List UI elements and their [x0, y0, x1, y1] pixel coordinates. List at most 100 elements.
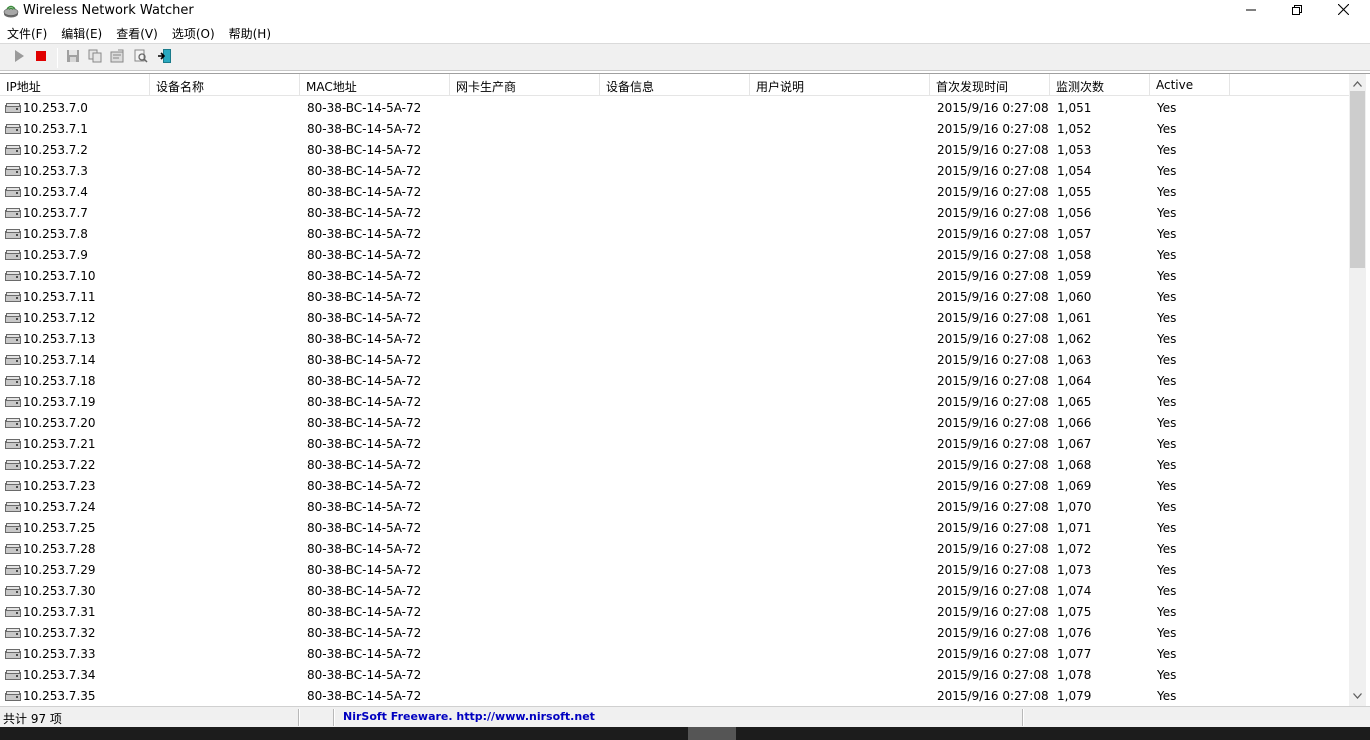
cell-first-detected: 2015/9/16 0:27:08: [937, 290, 1049, 304]
scroll-down-button[interactable]: [1349, 686, 1366, 703]
cell-detection-count: 1,065: [1057, 395, 1092, 409]
menu-edit[interactable]: 编辑(E): [54, 22, 109, 42]
cell-active: Yes: [1157, 227, 1177, 241]
table-row[interactable]: 10.253.7.29 80-38-BC-14-5A-72 2015/9/16 0:…: [0, 559, 1349, 580]
table-row[interactable]: 10.253.7.14 80-38-BC-14-5A-72 2015/9/16 0:…: [0, 349, 1349, 370]
table-row[interactable]: 10.253.7.4 80-38-BC-14-5A-72 2015/9/16 0:2…: [0, 181, 1349, 202]
table-row[interactable]: 10.253.7.12 80-38-BC-14-5A-72 2015/9/16 0:…: [0, 307, 1349, 328]
menu-help[interactable]: 帮助(H): [222, 22, 278, 42]
nirsoft-link[interactable]: NirSoft Freeware. http://www.nirsoft.net: [343, 710, 595, 723]
cell-mac: 80-38-BC-14-5A-72: [307, 290, 422, 304]
table-row[interactable]: 10.253.7.32 80-38-BC-14-5A-72 2015/9/16 0:…: [0, 622, 1349, 643]
network-device-icon: [5, 207, 21, 218]
cell-ip: 10.253.7.35: [23, 689, 96, 703]
cell-ip: 10.253.7.4: [23, 185, 88, 199]
table-row[interactable]: 10.253.7.31 80-38-BC-14-5A-72 2015/9/16 0:…: [0, 601, 1349, 622]
table-row[interactable]: 10.253.7.25 80-38-BC-14-5A-72 2015/9/16 0:…: [0, 517, 1349, 538]
column-header-vendor[interactable]: 网卡生产商: [450, 74, 600, 96]
cell-detection-count: 1,053: [1057, 143, 1092, 157]
network-device-icon: [5, 291, 21, 302]
column-header-mac[interactable]: MAC地址: [300, 74, 450, 96]
table-row[interactable]: 10.253.7.11 80-38-BC-14-5A-72 2015/9/16 0:…: [0, 286, 1349, 307]
minimize-button[interactable]: [1228, 0, 1274, 22]
cell-active: Yes: [1157, 437, 1177, 451]
stop-icon: [34, 49, 48, 66]
cell-active: Yes: [1157, 164, 1177, 178]
table-row[interactable]: 10.253.7.34 80-38-BC-14-5A-72 2015/9/16 0:…: [0, 664, 1349, 685]
column-header-first-detected[interactable]: 首次发现时间: [930, 74, 1050, 96]
cell-first-detected: 2015/9/16 0:27:08: [937, 605, 1049, 619]
taskbar-strip: [0, 727, 1370, 740]
network-device-icon: [5, 669, 21, 680]
cell-first-detected: 2015/9/16 0:27:08: [937, 479, 1049, 493]
cell-ip: 10.253.7.1: [23, 122, 88, 136]
cell-detection-count: 1,074: [1057, 584, 1092, 598]
close-icon: [1337, 3, 1349, 18]
toolbar: [0, 43, 1370, 71]
close-button[interactable]: [1320, 0, 1366, 22]
table-row[interactable]: 10.253.7.20 80-38-BC-14-5A-72 2015/9/16 0:…: [0, 412, 1349, 433]
scroll-up-button[interactable]: [1349, 74, 1366, 91]
column-header-active[interactable]: Active: [1150, 74, 1230, 96]
cell-ip: 10.253.7.31: [23, 605, 96, 619]
save-button[interactable]: [64, 48, 82, 66]
cell-ip: 10.253.7.13: [23, 332, 96, 346]
table-row[interactable]: 10.253.7.35 80-38-BC-14-5A-72 2015/9/16 0:…: [0, 685, 1349, 706]
cell-active: Yes: [1157, 521, 1177, 535]
table-row[interactable]: 10.253.7.3 80-38-BC-14-5A-72 2015/9/16 0:2…: [0, 160, 1349, 181]
cell-detection-count: 1,077: [1057, 647, 1092, 661]
cell-ip: 10.253.7.25: [23, 521, 96, 535]
cell-first-detected: 2015/9/16 0:27:08: [937, 689, 1049, 703]
minimize-icon: [1246, 4, 1256, 18]
scroll-thumb[interactable]: [1350, 91, 1365, 268]
cell-detection-count: 1,054: [1057, 164, 1092, 178]
column-header-detection-count[interactable]: 监测次数: [1050, 74, 1150, 96]
cell-mac: 80-38-BC-14-5A-72: [307, 374, 422, 388]
table-row[interactable]: 10.253.7.7 80-38-BC-14-5A-72 2015/9/16 0:2…: [0, 202, 1349, 223]
cell-first-detected: 2015/9/16 0:27:08: [937, 374, 1049, 388]
table-row[interactable]: 10.253.7.9 80-38-BC-14-5A-72 2015/9/16 0:2…: [0, 244, 1349, 265]
copy-button[interactable]: [86, 48, 104, 66]
exit-button[interactable]: [156, 48, 174, 66]
search-button[interactable]: [132, 48, 150, 66]
column-header-user-text[interactable]: 用户说明: [750, 74, 930, 96]
table-row[interactable]: 10.253.7.28 80-38-BC-14-5A-72 2015/9/16 0:…: [0, 538, 1349, 559]
stop-button[interactable]: [32, 48, 50, 66]
cell-mac: 80-38-BC-14-5A-72: [307, 101, 422, 115]
table-row[interactable]: 10.253.7.23 80-38-BC-14-5A-72 2015/9/16 0:…: [0, 475, 1349, 496]
cell-active: Yes: [1157, 458, 1177, 472]
table-row[interactable]: 10.253.7.24 80-38-BC-14-5A-72 2015/9/16 0:…: [0, 496, 1349, 517]
table-row[interactable]: 10.253.7.22 80-38-BC-14-5A-72 2015/9/16 0:…: [0, 454, 1349, 475]
start-button[interactable]: [10, 48, 28, 66]
table-row[interactable]: 10.253.7.18 80-38-BC-14-5A-72 2015/9/16 0:…: [0, 370, 1349, 391]
table-row[interactable]: 10.253.7.8 80-38-BC-14-5A-72 2015/9/16 0:2…: [0, 223, 1349, 244]
cell-first-detected: 2015/9/16 0:27:08: [937, 437, 1049, 451]
menu-options[interactable]: 选项(O): [165, 22, 222, 42]
table-row[interactable]: 10.253.7.10 80-38-BC-14-5A-72 2015/9/16 0:…: [0, 265, 1349, 286]
table-row[interactable]: 10.253.7.13 80-38-BC-14-5A-72 2015/9/16 0:…: [0, 328, 1349, 349]
network-device-icon: [5, 123, 21, 134]
table-row[interactable]: 10.253.7.1 80-38-BC-14-5A-72 2015/9/16 0:2…: [0, 118, 1349, 139]
vertical-scrollbar[interactable]: [1349, 74, 1366, 706]
cell-ip: 10.253.7.19: [23, 395, 96, 409]
table-row[interactable]: 10.253.7.21 80-38-BC-14-5A-72 2015/9/16 0:…: [0, 433, 1349, 454]
column-header-device-info[interactable]: 设备信息: [600, 74, 750, 96]
cell-mac: 80-38-BC-14-5A-72: [307, 437, 422, 451]
menu-file[interactable]: 文件(F): [0, 22, 54, 42]
network-device-icon: [5, 459, 21, 470]
menu-view[interactable]: 查看(V): [109, 22, 165, 42]
properties-button[interactable]: [108, 48, 126, 66]
save-icon: [66, 49, 80, 66]
table-row[interactable]: 10.253.7.19 80-38-BC-14-5A-72 2015/9/16 0:…: [0, 391, 1349, 412]
cell-mac: 80-38-BC-14-5A-72: [307, 689, 422, 703]
column-header-ip[interactable]: IP地址: [0, 74, 150, 96]
table-row[interactable]: 10.253.7.0 80-38-BC-14-5A-72 2015/9/16 0:2…: [0, 97, 1349, 118]
network-device-icon: [5, 438, 21, 449]
column-header-device-name[interactable]: 设备名称: [150, 74, 300, 96]
table-row[interactable]: 10.253.7.30 80-38-BC-14-5A-72 2015/9/16 0:…: [0, 580, 1349, 601]
cell-detection-count: 1,057: [1057, 227, 1092, 241]
restore-button[interactable]: [1274, 0, 1320, 22]
table-row[interactable]: 10.253.7.2 80-38-BC-14-5A-72 2015/9/16 0:2…: [0, 139, 1349, 160]
exit-icon: [157, 48, 173, 67]
table-row[interactable]: 10.253.7.33 80-38-BC-14-5A-72 2015/9/16 0:…: [0, 643, 1349, 664]
